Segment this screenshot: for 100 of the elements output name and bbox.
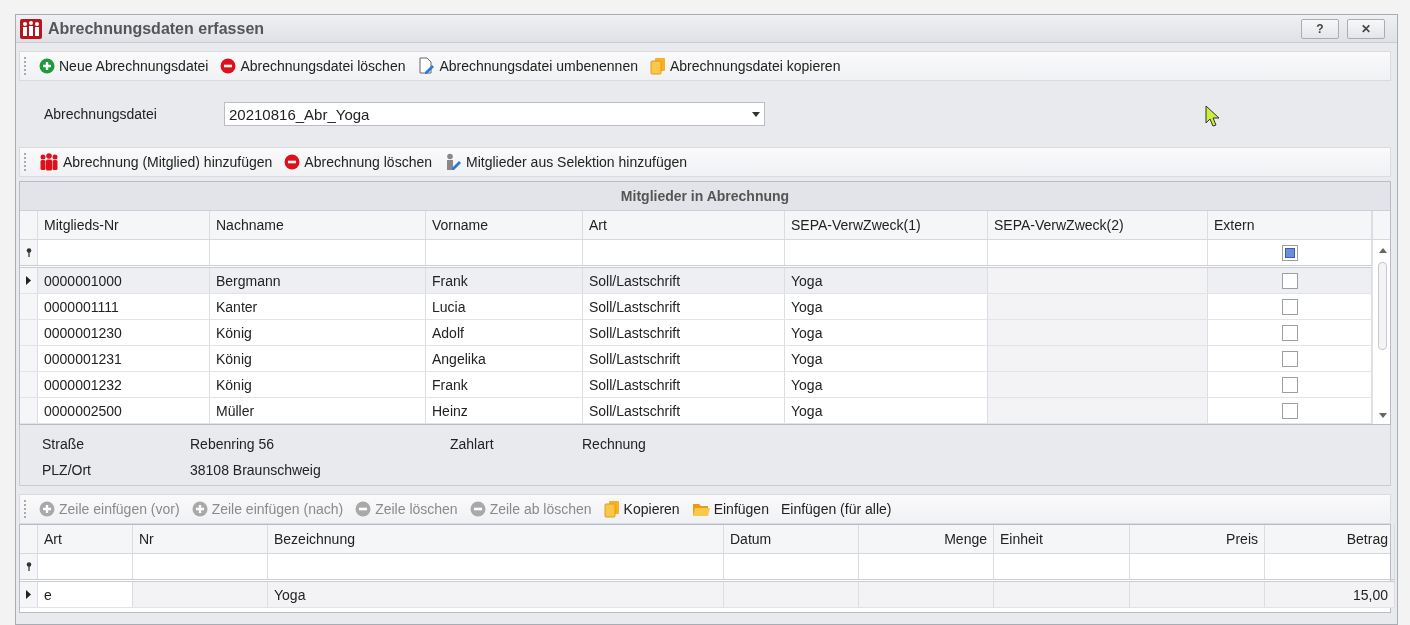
table-cell: Yoga <box>268 582 724 607</box>
scrollbar[interactable] <box>1372 240 1390 424</box>
table-cell: 0000001232 <box>38 372 210 397</box>
folder-icon <box>691 501 710 517</box>
toolbar-grip[interactable] <box>24 500 28 518</box>
scroll-down-icon[interactable] <box>1379 413 1387 418</box>
close-button[interactable]: ✕ <box>1347 18 1385 39</box>
table-cell: 0000001000 <box>38 268 210 293</box>
column-header[interactable]: Nachname <box>210 211 426 239</box>
column-header[interactable]: Nr <box>133 525 268 553</box>
person-pencil-icon <box>444 153 462 171</box>
table-cell: König <box>210 320 426 345</box>
column-header[interactable]: SEPA-VerwZweck(1) <box>785 211 988 239</box>
row-pointer-icon <box>26 276 31 285</box>
table-cell: Soll/Lastschrift <box>583 398 785 423</box>
people-icon <box>39 153 59 171</box>
table-cell: 15,00 <box>1265 582 1395 607</box>
table-cell: 0000001231 <box>38 346 210 371</box>
column-header[interactable]: Einheit <box>994 525 1130 553</box>
help-button[interactable]: ? <box>1301 18 1339 39</box>
table-cell: König <box>210 372 426 397</box>
table-cell: Müller <box>210 398 426 423</box>
table-cell: 0000002500 <box>38 398 210 423</box>
detail-label: Straße <box>42 436 85 452</box>
table-cell: Soll/Lastschrift <box>583 294 785 319</box>
checkbox[interactable] <box>1281 298 1298 315</box>
table-cell: Bergmann <box>210 268 426 293</box>
detail-value: 38108 Braunschweig <box>190 462 322 478</box>
table-row[interactable]: 0000001231 König Angelika Soll/Lastschrift Yoga <box>20 346 1372 372</box>
table-cell: Soll/Lastschrift <box>583 320 785 345</box>
scroll-thumb[interactable] <box>1378 262 1387 350</box>
table-cell: 0000001230 <box>38 320 210 345</box>
column-header[interactable]: Vorname <box>426 211 583 239</box>
checkbox[interactable] <box>1281 244 1298 261</box>
toolbar-button[interactable]: Abrechnung löschen <box>279 152 437 172</box>
table-cell: Soll/Lastschrift <box>583 268 785 293</box>
table-cell: e <box>38 582 133 607</box>
scroll-up-icon[interactable] <box>1379 248 1387 253</box>
column-header[interactable]: Mitglieds-Nr <box>38 211 210 239</box>
remove-icon <box>220 58 237 74</box>
table-cell: Soll/Lastschrift <box>583 372 785 397</box>
table-row[interactable]: 0000001230 König Adolf Soll/Lastschrift Yoga <box>20 320 1372 346</box>
toolbar-button[interactable]: Kopieren <box>598 498 685 520</box>
checkbox[interactable] <box>1281 324 1298 341</box>
copy-icon <box>649 57 666 75</box>
column-header[interactable]: Betrag <box>1265 525 1395 553</box>
detail-value: Rechnung <box>582 436 647 452</box>
checkbox[interactable] <box>1281 350 1298 367</box>
window-title: Abrechnungsdaten erfassen <box>48 19 266 38</box>
table-row[interactable]: 0000001000 Bergmann Frank Soll/Lastschrift Yoga <box>20 268 1372 294</box>
toolbar-grip[interactable] <box>24 57 28 75</box>
toolbar-button[interactable]: Abrechnungsdatei löschen <box>215 56 411 76</box>
detail-label: Zahlart <box>450 436 495 452</box>
checkbox[interactable] <box>1281 376 1298 393</box>
toolbar-grip[interactable] <box>24 153 28 171</box>
field-label: Abrechnungsdatei <box>44 106 158 122</box>
row-header[interactable] <box>20 582 38 607</box>
column-header[interactable]: Menge <box>859 525 994 553</box>
table-cell: Frank <box>426 268 583 293</box>
filter-pin-icon <box>25 248 32 257</box>
column-header[interactable]: Bezeichnung <box>268 525 724 553</box>
add-icon <box>191 501 208 517</box>
document-pencil-icon <box>417 57 436 75</box>
toolbar-button[interactable]: Abrechnungsdatei kopieren <box>644 55 846 77</box>
toolbar-button[interactable]: Einfügen (für alle) <box>775 499 897 519</box>
table-cell: Soll/Lastschrift <box>583 346 785 371</box>
toolbar-button[interactable]: Abrechnungsdatei umbenennen <box>412 55 643 77</box>
table-row[interactable]: e Yoga 15,00 <box>20 582 1395 608</box>
toolbar-button[interactable]: Neue Abrechnungsdatei <box>34 56 214 76</box>
row-header[interactable] <box>20 554 38 579</box>
grid-group-header: Mitglieder in Abrechnung <box>20 182 1390 211</box>
row-header[interactable] <box>20 268 38 293</box>
filter-pin-icon <box>25 562 32 571</box>
table-row[interactable]: 0000001111 Kanter Lucia Soll/Lastschrift Yoga <box>20 294 1372 320</box>
table-cell: Angelika <box>426 346 583 371</box>
table-row[interactable]: 0000002500 Müller Heinz Soll/Lastschrift Yoga <box>20 398 1372 424</box>
file-dropdown[interactable]: 20210816_Abr_Yoga <box>224 102 765 126</box>
table-row[interactable]: 0000001232 König Frank Soll/Lastschrift Yoga <box>20 372 1372 398</box>
table-cell: Adolf <box>426 320 583 345</box>
row-header[interactable] <box>20 240 38 265</box>
table-cell: Kanter <box>210 294 426 319</box>
table-cell: Lucia <box>426 294 583 319</box>
detail-label: PLZ/Ort <box>42 462 92 478</box>
remove-icon <box>284 154 301 170</box>
table-cell: König <box>210 346 426 371</box>
toolbar-button[interactable]: Einfügen <box>686 499 774 519</box>
column-header[interactable]: SEPA-VerwZweck(2) <box>988 211 1208 239</box>
detail-value: Rebenring 56 <box>190 436 276 452</box>
column-header[interactable]: Art <box>38 525 133 553</box>
column-header[interactable]: Art <box>583 211 785 239</box>
copy-icon <box>603 500 620 518</box>
column-header[interactable]: Datum <box>724 525 859 553</box>
toolbar-button[interactable]: Abrechnung (Mitglied) hinzufügen <box>34 151 278 173</box>
column-header[interactable]: Preis <box>1130 525 1265 553</box>
checkbox[interactable] <box>1281 272 1298 289</box>
add-icon <box>39 58 55 74</box>
app-logo-icon <box>20 18 42 39</box>
checkbox[interactable] <box>1281 402 1298 419</box>
toolbar-button[interactable]: Mitglieder aus Selektion hinzufügen <box>439 151 693 173</box>
mouse-pointer-icon <box>1205 105 1221 127</box>
